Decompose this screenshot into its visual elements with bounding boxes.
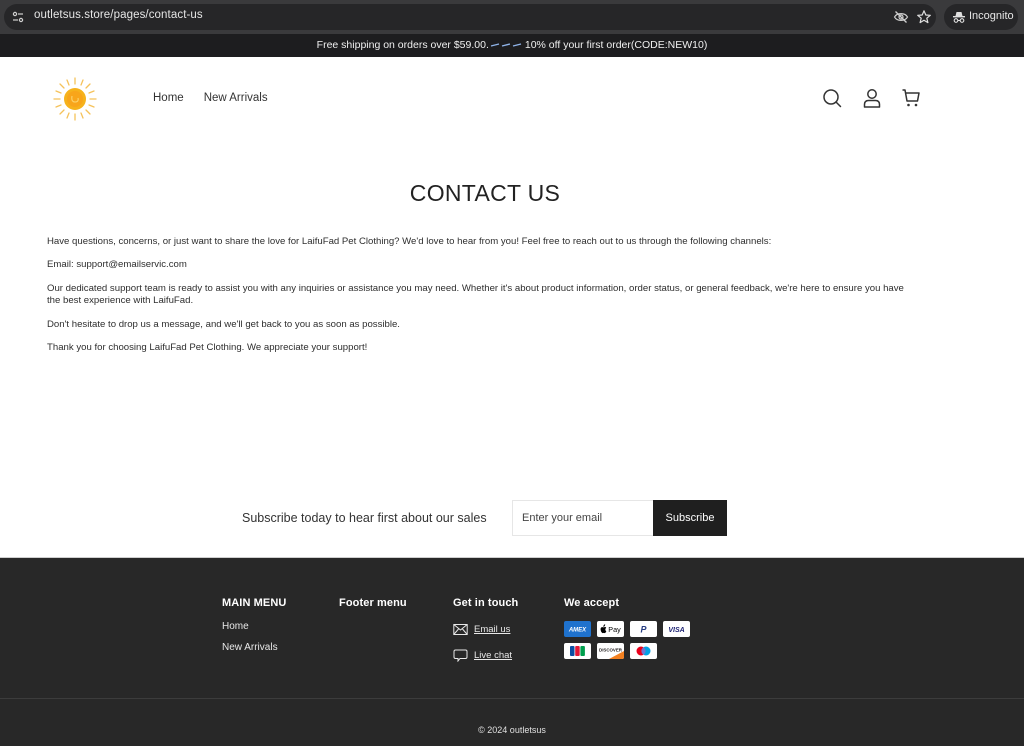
footer-link-new-arrivals[interactable]: New Arrivals bbox=[222, 642, 286, 653]
svg-text:VISA: VISA bbox=[668, 627, 684, 634]
sun-logo[interactable] bbox=[52, 76, 98, 122]
email-paragraph: Email: support@emailservic.com bbox=[47, 259, 187, 271]
paypal-icon: P bbox=[630, 621, 657, 637]
footer-get-in-touch: Get in touch Email us Live chat bbox=[453, 597, 518, 673]
url-text[interactable]: outletsus.store/pages/contact-us bbox=[34, 9, 203, 21]
page-title: CONTACT US bbox=[409, 180, 561, 206]
amex-icon: AMEX bbox=[564, 621, 591, 637]
svg-text:AMEX: AMEX bbox=[568, 628, 587, 634]
nav-new-arrivals[interactable]: New Arrivals bbox=[204, 92, 268, 104]
main-nav: Home New Arrivals bbox=[153, 92, 268, 104]
decorative-dashes-icon bbox=[490, 43, 522, 47]
browser-toolbar: outletsus.store/pages/contact-us Incogni… bbox=[0, 0, 1024, 34]
incognito-icon bbox=[953, 12, 965, 23]
maestro-icon bbox=[630, 643, 657, 659]
message-paragraph: Don't hesitate to drop us a message, and… bbox=[47, 318, 400, 330]
email-us-link[interactable]: Email us bbox=[474, 624, 510, 635]
footer-divider bbox=[0, 698, 1024, 699]
support-paragraph: Our dedicated support team is ready to a… bbox=[47, 282, 904, 307]
copyright-text: © 2024 outletsus bbox=[478, 725, 546, 735]
svg-text:Pay: Pay bbox=[608, 625, 621, 634]
subscribe-button[interactable]: Subscribe bbox=[653, 500, 727, 536]
incognito-indicator[interactable]: Incognito bbox=[944, 4, 1018, 30]
eye-off-icon[interactable] bbox=[893, 10, 909, 24]
star-icon[interactable] bbox=[916, 9, 932, 25]
announcement-bar: Free shipping on orders over $59.00. 10%… bbox=[0, 34, 1024, 57]
live-chat-row: Live chat bbox=[453, 647, 518, 663]
intro-paragraph: Have questions, concerns, or just want t… bbox=[47, 236, 772, 247]
svg-text:P: P bbox=[640, 625, 647, 635]
footer-we-accept: We accept AMEX Pay P VISA DISCOVER bbox=[564, 597, 690, 659]
tune-icon[interactable] bbox=[11, 10, 25, 24]
get-in-touch-heading: Get in touch bbox=[453, 597, 519, 609]
newsletter-label: Subscribe today to hear first about our … bbox=[242, 511, 487, 525]
footer-menu-heading: Footer menu bbox=[339, 597, 407, 609]
announcement-discount-text: 10% off your first order(CODE:NEW10) bbox=[524, 39, 708, 51]
nav-home[interactable]: Home bbox=[153, 92, 184, 104]
we-accept-heading: We accept bbox=[564, 597, 620, 609]
email-us-row: Email us bbox=[453, 621, 518, 637]
live-chat-link[interactable]: Live chat bbox=[474, 650, 512, 661]
main-menu-heading: MAIN MENU bbox=[222, 597, 287, 609]
discover-icon: DISCOVER bbox=[597, 643, 624, 659]
visa-icon: VISA bbox=[663, 621, 690, 637]
incognito-label: Incognito bbox=[969, 10, 1014, 22]
apple-pay-icon: Pay bbox=[597, 621, 624, 637]
payment-icons: AMEX Pay P VISA DISCOVER bbox=[564, 621, 690, 659]
envelope-icon bbox=[453, 623, 468, 635]
footer-menu-column: Footer menu bbox=[339, 597, 407, 621]
search-icon[interactable] bbox=[822, 88, 842, 108]
chat-bubble-icon bbox=[453, 649, 468, 662]
footer-link-home[interactable]: Home bbox=[222, 621, 286, 632]
jcb-icon bbox=[564, 643, 591, 659]
footer-main-menu: MAIN MENU Home New Arrivals bbox=[222, 597, 286, 663]
thanks-paragraph: Thank you for choosing LaifuFad Pet Clot… bbox=[47, 341, 368, 353]
cart-icon[interactable] bbox=[901, 88, 921, 108]
contact-content: Have questions, concerns, or just want t… bbox=[47, 236, 917, 365]
address-bar[interactable]: outletsus.store/pages/contact-us bbox=[4, 4, 936, 30]
account-icon[interactable] bbox=[862, 88, 882, 108]
svg-text:DISCOVER: DISCOVER bbox=[599, 648, 623, 653]
footer: MAIN MENU Home New Arrivals Footer menu … bbox=[0, 557, 1024, 746]
announcement-shipping-text: Free shipping on orders over $59.00. bbox=[316, 39, 489, 51]
newsletter-email-input[interactable] bbox=[512, 500, 654, 536]
